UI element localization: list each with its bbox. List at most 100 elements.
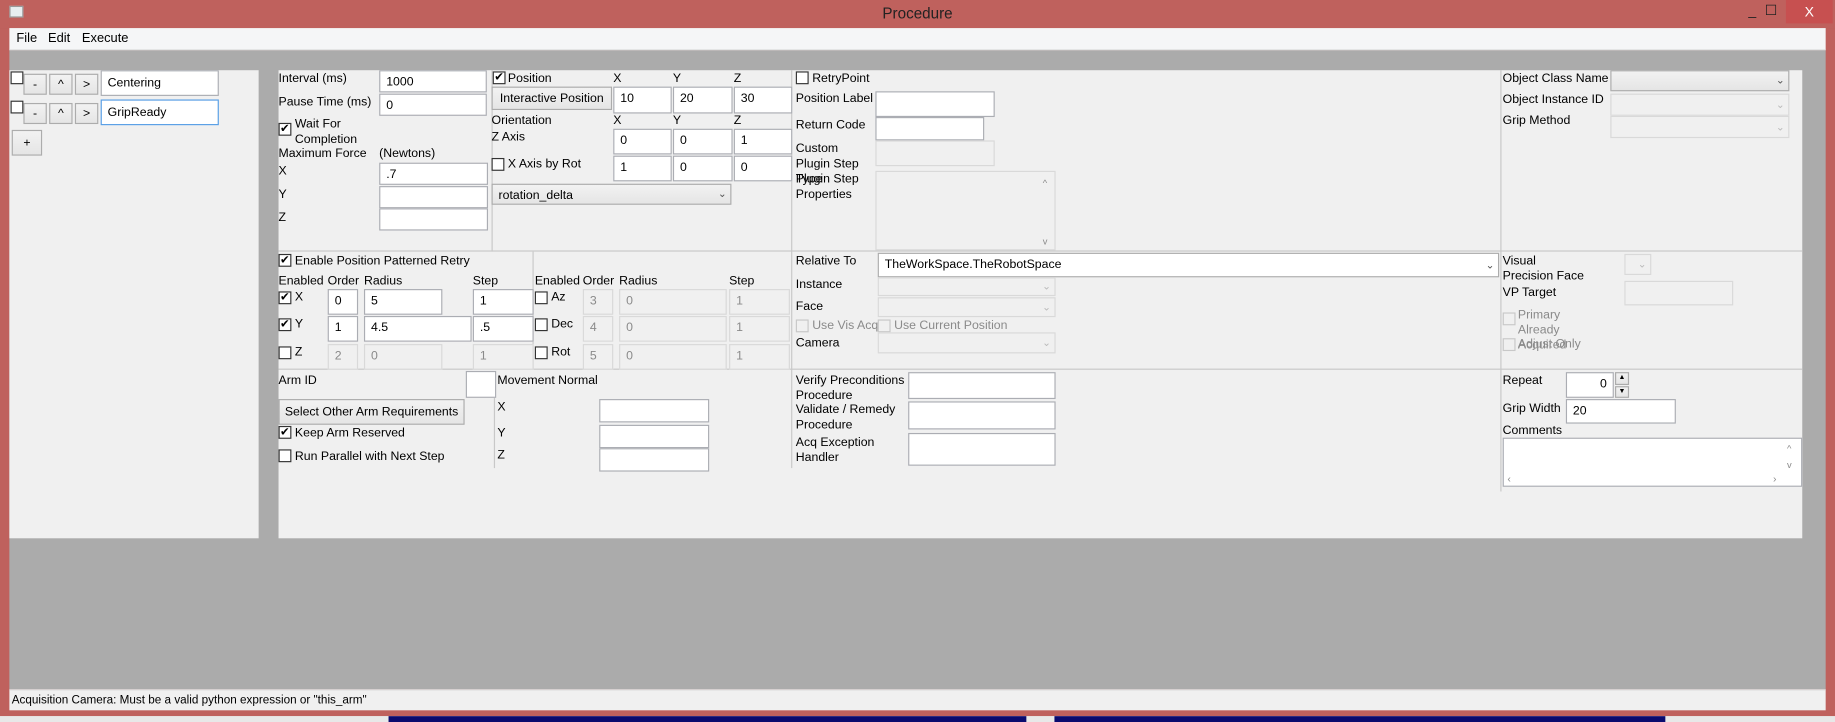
divider xyxy=(278,250,1803,252)
plugin-props-label-text: Plugin Step Properties xyxy=(795,172,859,202)
wait-checkbox[interactable]: ✔ xyxy=(278,122,292,136)
arm-id-input[interactable] xyxy=(465,370,497,398)
force-z-input[interactable] xyxy=(379,208,489,231)
x-axis-by-rot-checkbox[interactable] xyxy=(491,157,505,171)
acq-exception-input[interactable] xyxy=(908,432,1056,466)
maximize-button[interactable]: ☐ xyxy=(1765,2,1778,18)
retry-axis-checkbox[interactable] xyxy=(534,346,548,360)
move-up-button[interactable]: ^ xyxy=(49,73,73,95)
verify-label: Verify Preconditions Procedure xyxy=(796,373,907,403)
column-header-order: Order xyxy=(328,274,359,289)
x-axis-input[interactable]: 0 xyxy=(672,155,733,182)
x-axis-input[interactable]: 1 xyxy=(613,155,672,182)
x-axis-input[interactable]: 0 xyxy=(733,155,793,182)
retry-axis-checkbox[interactable]: ✔ xyxy=(278,291,292,305)
patterned-retry-checkbox[interactable]: ✔ xyxy=(278,253,292,267)
scroll-up-icon: ^ xyxy=(1042,177,1048,189)
menu-file[interactable]: File xyxy=(16,32,37,46)
patterned-retry-label: Enable Position Patterned Retry xyxy=(295,254,470,269)
retry-axis-checkbox[interactable] xyxy=(534,318,548,332)
taskbar-window xyxy=(388,716,1027,722)
select-other-arm-button[interactable]: Select Other Arm Requirements xyxy=(278,399,465,425)
retry-radius-input[interactable]: 4.5 xyxy=(363,315,472,342)
force-y-label: Y xyxy=(279,187,287,202)
z-axis-input[interactable]: 0 xyxy=(672,128,733,155)
retry-axis-label-text: Z xyxy=(294,345,303,360)
minimize-button[interactable]: _ xyxy=(1748,2,1756,18)
validate-input[interactable] xyxy=(908,401,1056,430)
close-button[interactable]: X xyxy=(1785,0,1833,24)
menu-edit[interactable]: Edit xyxy=(48,32,70,46)
move-up-button[interactable]: ^ xyxy=(49,102,73,125)
repeat-down-button[interactable]: ▼ xyxy=(1615,386,1630,398)
remove-step-button[interactable]: - xyxy=(23,102,47,125)
add-step-button[interactable]: + xyxy=(11,129,43,156)
retry-order-input[interactable]: 0 xyxy=(327,289,359,315)
normal-y-input[interactable] xyxy=(599,424,710,449)
column-header-step: Step xyxy=(729,274,754,289)
retry-step-input[interactable]: 1 xyxy=(472,289,534,315)
face-label: Face xyxy=(796,300,823,315)
force-z-label-text: Z xyxy=(278,210,287,225)
move-down-button[interactable]: > xyxy=(74,73,99,95)
force-x-input[interactable]: .7 xyxy=(379,162,489,185)
object-class-select[interactable]: ⌄ xyxy=(1610,70,1790,92)
menu-execute[interactable]: Execute xyxy=(82,32,129,46)
step-checkbox[interactable] xyxy=(10,71,24,85)
remove-step-button[interactable]: - xyxy=(23,73,47,95)
rotation-mode-select[interactable]: rotation_delta ⌄ xyxy=(491,183,732,205)
step-checkbox[interactable] xyxy=(10,100,24,114)
scroll-right-icon: › xyxy=(1773,472,1777,485)
retry-radius-input[interactable]: 5 xyxy=(363,289,443,315)
add-step-button-text: + xyxy=(23,135,31,150)
keep-reserved-checkbox[interactable]: ✔ xyxy=(278,425,292,439)
status-bar: Acquisition Camera: Must be a valid pyth… xyxy=(9,689,1826,711)
run-parallel-checkbox[interactable] xyxy=(278,449,292,463)
pos-y-input[interactable]: 20 xyxy=(672,86,733,114)
relative-to-select[interactable]: TheWorkSpace.TheRobotSpace ⌄ xyxy=(877,252,1500,278)
retry-step-input-text: 1 xyxy=(479,293,487,308)
repeat-input[interactable]: 0 xyxy=(1565,372,1614,398)
chevron-down-icon: ⌄ xyxy=(1775,120,1785,133)
z-axis-input[interactable]: 1 xyxy=(733,128,793,155)
retry-axis-checkbox[interactable] xyxy=(534,291,548,305)
normal-x-input[interactable] xyxy=(599,399,710,423)
retry-axis-checkbox[interactable] xyxy=(278,346,292,360)
pos-z-input[interactable]: 30 xyxy=(733,86,793,114)
retry-order-input-text: 1 xyxy=(334,320,342,335)
instance-label: Instance xyxy=(796,277,842,292)
position-checkbox[interactable]: ✔ xyxy=(492,71,506,85)
step-name-input-text: Centering xyxy=(107,76,161,91)
retry-radius-input-text: 0 xyxy=(370,348,378,363)
retry-order-input[interactable]: 1 xyxy=(327,315,359,342)
verify-input[interactable] xyxy=(908,372,1056,400)
object-class-label-text: Object Class Name xyxy=(1502,71,1609,86)
precision-face-label-text: Visual Precision Face xyxy=(1502,253,1584,284)
chevron-down-icon: ⌄ xyxy=(1485,258,1495,271)
title-bar[interactable]: Procedure _ ☐ X xyxy=(0,0,1835,29)
interval-input[interactable]: 1000 xyxy=(379,70,487,93)
position-label-label-text: Position Label xyxy=(795,91,874,106)
pause-input[interactable]: 0 xyxy=(379,93,487,116)
z-axis-label: Z Axis xyxy=(492,130,525,145)
interactive-position-button[interactable]: Interactive Position xyxy=(491,86,613,110)
step-name-input[interactable]: Centering xyxy=(100,70,219,96)
retry-point-checkbox[interactable] xyxy=(795,71,809,85)
retry-axis-checkbox[interactable]: ✔ xyxy=(278,318,292,332)
return-code-input[interactable] xyxy=(875,117,985,141)
force-y-input[interactable] xyxy=(379,186,489,209)
comments-textarea[interactable] xyxy=(1502,437,1803,487)
normal-x-label-text: X xyxy=(497,400,506,415)
camera-select: ⌄ xyxy=(877,332,1056,354)
z-axis-input[interactable]: 0 xyxy=(613,128,672,155)
position-label-input[interactable] xyxy=(875,91,995,118)
repeat-up-button[interactable]: ▲ xyxy=(1615,372,1630,385)
acq-exception-label-text: Acq Exception Handler xyxy=(795,435,875,465)
pos-x-input[interactable]: 10 xyxy=(613,86,672,114)
grip-width-input[interactable]: 20 xyxy=(1565,399,1676,424)
move-down-button[interactable]: > xyxy=(74,102,99,125)
retry-step-input[interactable]: .5 xyxy=(472,315,534,342)
step-name-input[interactable]: GripReady xyxy=(100,99,219,126)
normal-z-input[interactable] xyxy=(599,448,710,472)
scroll-up-icon: ^ xyxy=(1787,443,1792,455)
